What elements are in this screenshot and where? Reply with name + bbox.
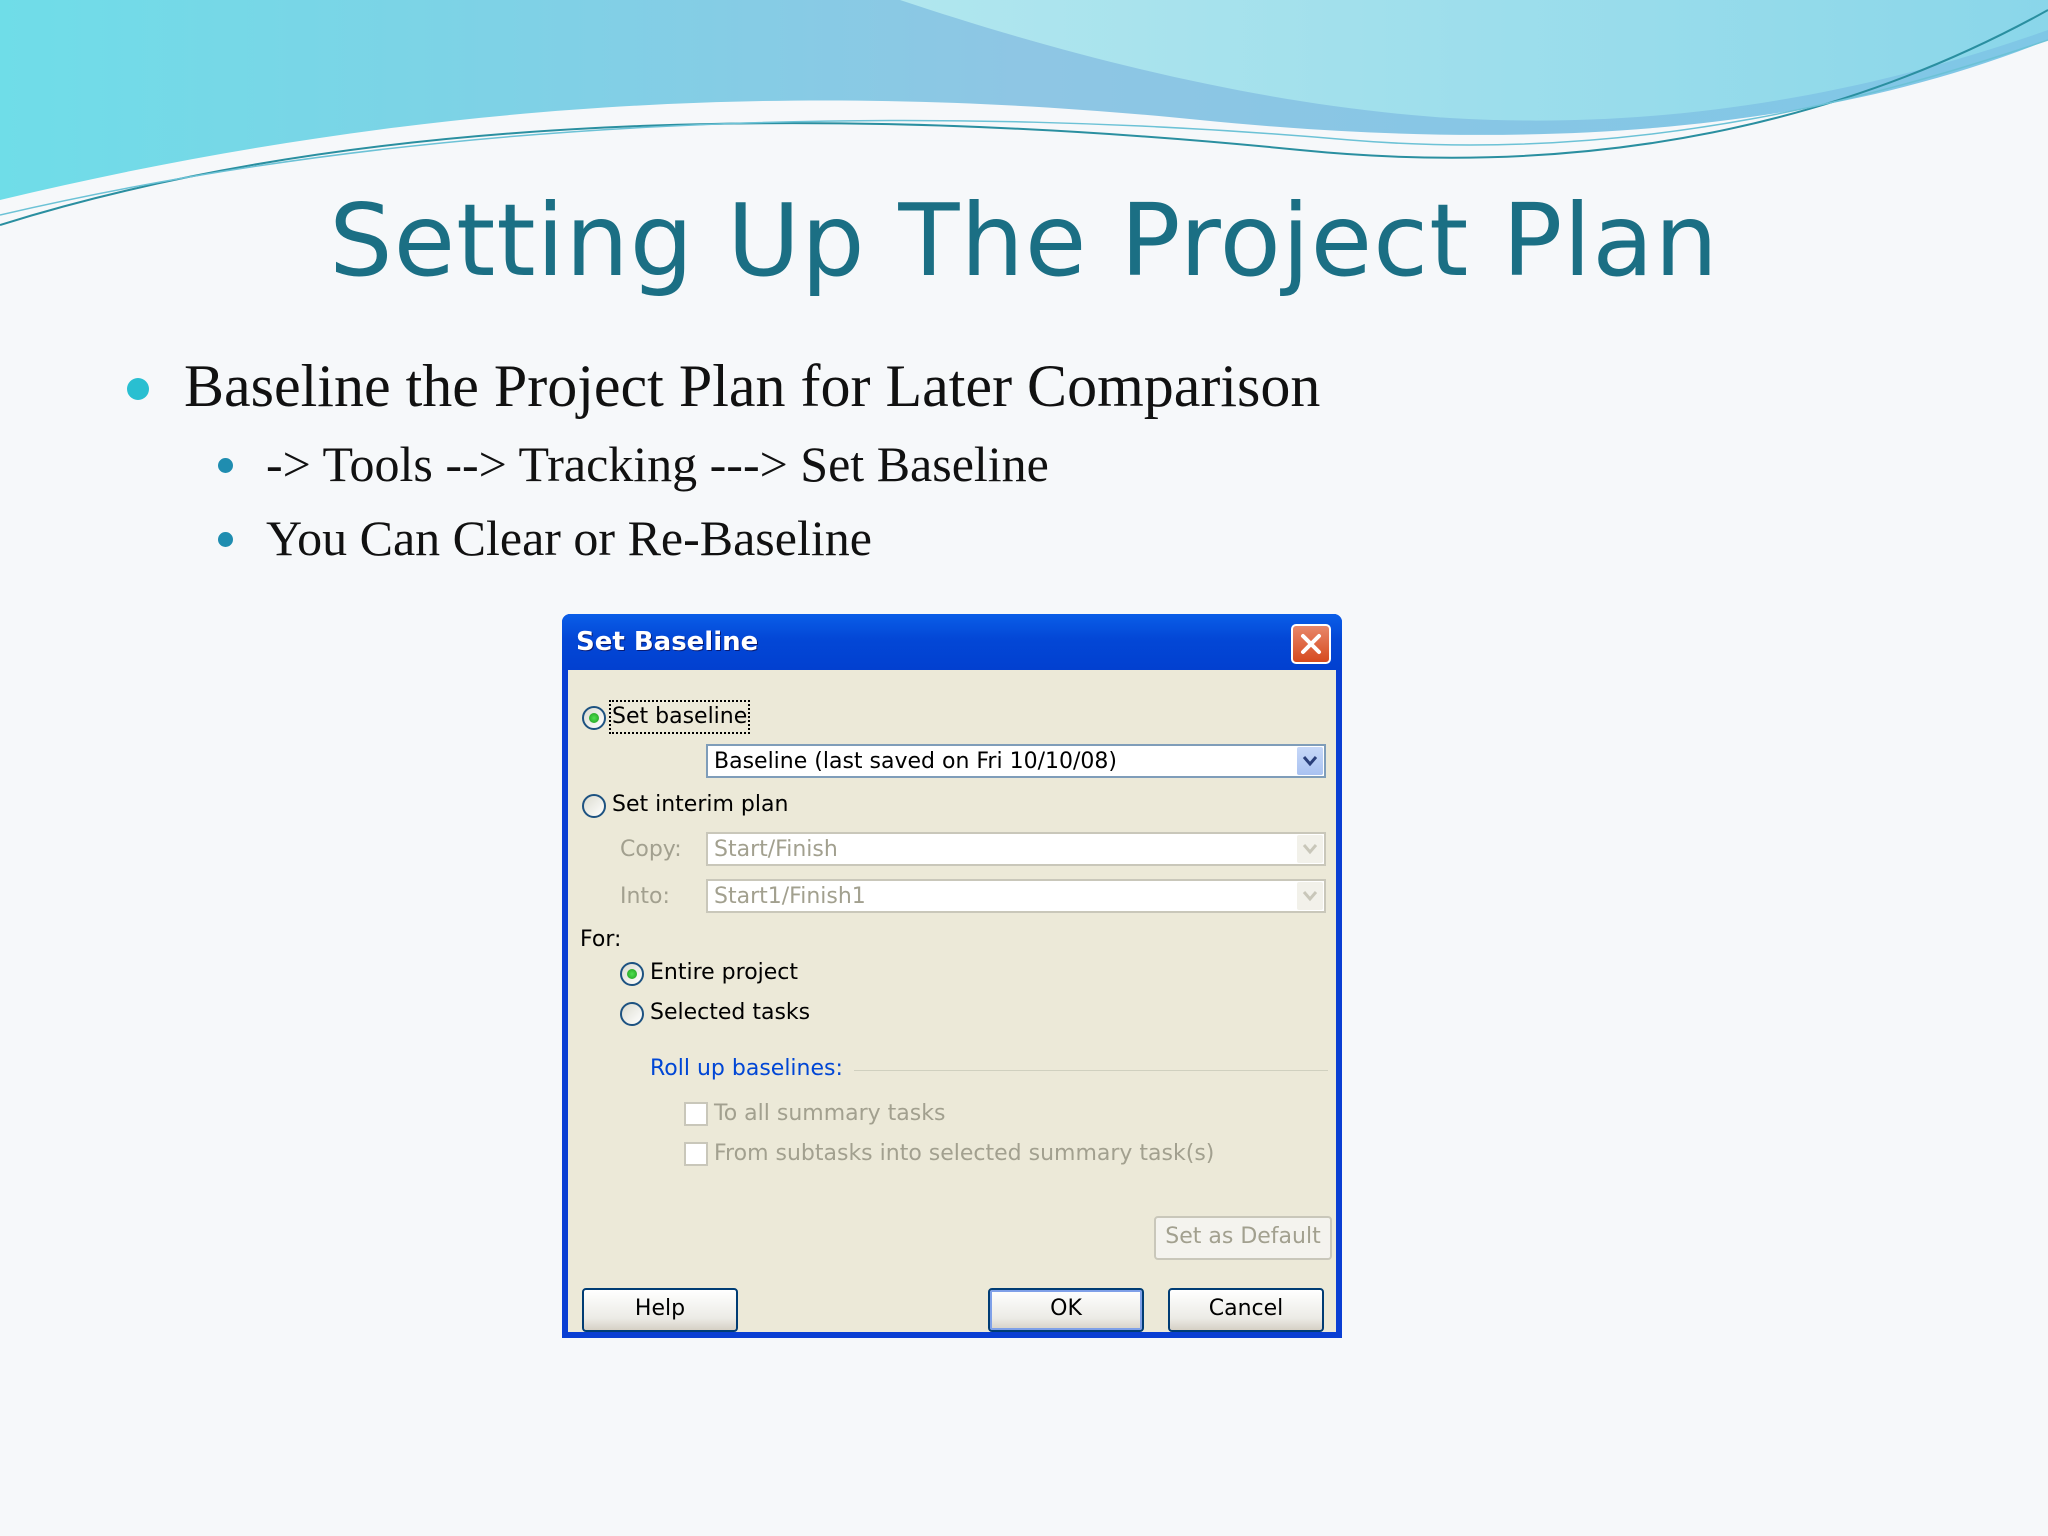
selected-tasks-label[interactable]: Selected tasks xyxy=(650,999,810,1027)
baseline-dropdown-button[interactable] xyxy=(1297,747,1323,775)
set-interim-plan-radio[interactable] xyxy=(582,794,606,818)
copy-dropdown-button[interactable] xyxy=(1297,835,1323,863)
bullet-dot-icon xyxy=(218,458,233,473)
dialog-title: Set Baseline xyxy=(576,627,759,657)
from-subtasks-label: From subtasks into selected summary task… xyxy=(714,1141,1215,1166)
selected-tasks-radio[interactable] xyxy=(620,1002,644,1026)
ok-button[interactable]: OK xyxy=(988,1288,1144,1332)
into-dropdown-button[interactable] xyxy=(1297,882,1323,910)
chevron-down-icon xyxy=(1302,891,1318,902)
baseline-select-value: Baseline (last saved on Fri 10/10/08) xyxy=(714,749,1117,774)
slide-title: Setting Up The Project Plan xyxy=(329,182,1719,299)
baseline-select[interactable]: Baseline (last saved on Fri 10/10/08) xyxy=(706,744,1326,778)
into-label: Into: xyxy=(620,884,670,909)
roll-up-baselines-label: Roll up baselines: xyxy=(650,1056,843,1081)
bullet-text: You Can Clear or Re-Baseline xyxy=(266,510,872,566)
into-select[interactable]: Start1/Finish1 xyxy=(706,879,1326,913)
close-icon xyxy=(1301,634,1321,654)
for-label: For: xyxy=(580,927,622,952)
cancel-button[interactable]: Cancel xyxy=(1168,1288,1324,1332)
copy-select[interactable]: Start/Finish xyxy=(706,832,1326,866)
set-baseline-label[interactable]: Set baseline xyxy=(608,700,751,734)
dialog-body: Set baseline Baseline (last saved on Fri… xyxy=(568,670,1336,1332)
set-baseline-dialog: Set Baseline Set baseline Baseline (last… xyxy=(562,614,1342,1338)
entire-project-label[interactable]: Entire project xyxy=(650,959,798,987)
help-button[interactable]: Help xyxy=(582,1288,738,1332)
to-all-summary-tasks-label: To all summary tasks xyxy=(714,1101,946,1126)
subbullet-menu-path: -> Tools --> Tracking ---> Set Baseline xyxy=(218,432,1049,496)
copy-select-value: Start/Finish xyxy=(714,837,838,862)
bullet-dot-icon xyxy=(218,532,233,547)
entire-project-radio[interactable] xyxy=(620,962,644,986)
bullet-text: Baseline the Project Plan for Later Comp… xyxy=(184,353,1321,419)
set-baseline-radio[interactable] xyxy=(582,706,606,730)
from-subtasks-checkbox[interactable] xyxy=(684,1142,708,1166)
group-divider xyxy=(854,1070,1328,1071)
into-select-value: Start1/Finish1 xyxy=(714,884,866,909)
bullet-baseline: Baseline the Project Plan for Later Comp… xyxy=(127,348,1321,424)
close-button[interactable] xyxy=(1291,624,1331,664)
dialog-titlebar[interactable]: Set Baseline xyxy=(562,614,1342,670)
set-as-default-button[interactable]: Set as Default xyxy=(1154,1216,1332,1260)
chevron-down-icon xyxy=(1302,844,1318,855)
to-all-summary-tasks-checkbox[interactable] xyxy=(684,1102,708,1126)
chevron-down-icon xyxy=(1302,756,1318,767)
copy-label: Copy: xyxy=(620,837,682,862)
bullet-dot-icon xyxy=(127,378,149,400)
bullet-text: -> Tools --> Tracking ---> Set Baseline xyxy=(266,436,1049,492)
subbullet-clear-rebaseline: You Can Clear or Re-Baseline xyxy=(218,506,872,570)
set-interim-plan-label[interactable]: Set interim plan xyxy=(612,791,788,819)
